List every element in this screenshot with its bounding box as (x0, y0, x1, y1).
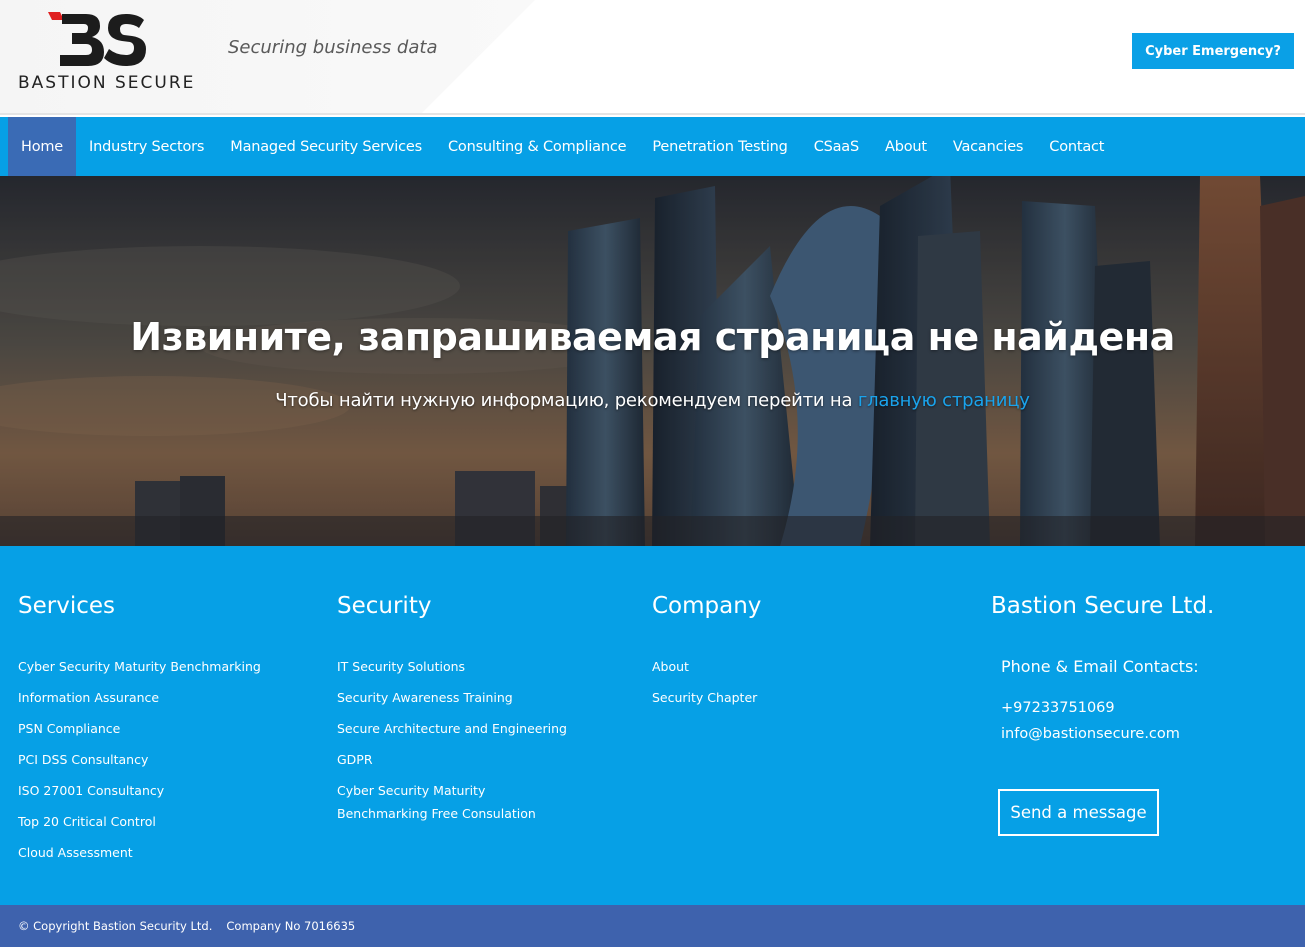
cyber-emergency-button[interactable]: Cyber Emergency? (1132, 33, 1294, 69)
nav-item-home[interactable]: Home (8, 117, 77, 176)
nav-item-penetration-testing[interactable]: Penetration Testing (639, 117, 800, 176)
footer-link-line: Benchmarking Free Consulation (337, 806, 536, 821)
home-page-link[interactable]: главную страницу (858, 390, 1030, 411)
logo[interactable]: BASTION SECURE (18, 10, 193, 94)
footer-link-line: Cyber Security Maturity (337, 783, 486, 798)
footer-heading-security: Security (337, 593, 432, 619)
footer-link[interactable]: IT Security Solutions (337, 655, 567, 678)
footer-link[interactable]: Top 20 Critical Control (18, 810, 261, 833)
logo-mark-icon (48, 12, 146, 66)
contact-phone[interactable]: +97233751069 (1001, 700, 1115, 716)
tagline: Securing business data (228, 37, 438, 58)
header-shade (0, 0, 535, 113)
footer-link[interactable]: Security Awareness Training (337, 686, 567, 709)
hero-subtitle-text: Чтобы найти нужную информацию, рекоменду… (275, 390, 858, 411)
nav-item-industry-sectors[interactable]: Industry Sectors (76, 117, 217, 176)
site-header: BASTION SECURE Securing business data Cy… (0, 0, 1305, 115)
nav-item-managed-security-services[interactable]: Managed Security Services (217, 117, 435, 176)
footer-heading-services: Services (18, 593, 115, 619)
footer-link[interactable]: Secure Architecture and Engineering (337, 717, 567, 740)
page-title: Извините, запрашиваемая страница не найд… (130, 315, 1175, 359)
nav-item-about[interactable]: About (872, 117, 940, 176)
footer-link-benchmarking[interactable]: Cyber Security Maturity Benchmarking Free… (337, 779, 567, 825)
city-skyline-image (0, 176, 1305, 546)
footer-link[interactable]: Security Chapter (652, 686, 757, 709)
footer-heading-company-name: Bastion Secure Ltd. (991, 593, 1215, 619)
copyright-bar: © Copyright Bastion Security Ltd. Compan… (0, 905, 1305, 947)
send-message-button[interactable]: Send a message (998, 789, 1159, 836)
footer-link[interactable]: Cloud Assessment (18, 841, 261, 864)
copyright-text: © Copyright Bastion Security Ltd. (18, 919, 213, 933)
site-footer: Services Cyber Security Maturity Benchma… (0, 546, 1305, 905)
footer-link[interactable]: PCI DSS Consultancy (18, 748, 261, 771)
nav-item-vacancies[interactable]: Vacancies (940, 117, 1036, 176)
nav-item-csaas[interactable]: CSaaS (801, 117, 872, 176)
hero-subtitle: Чтобы найти нужную информацию, рекоменду… (0, 390, 1305, 411)
footer-link[interactable]: ISO 27001 Consultancy (18, 779, 261, 802)
main-nav: Home Industry Sectors Managed Security S… (0, 117, 1305, 176)
nav-item-consulting-compliance[interactable]: Consulting & Compliance (435, 117, 639, 176)
logo-text: BASTION SECURE (18, 73, 196, 93)
company-number: Company No 7016635 (226, 919, 356, 933)
hero-banner: Извините, запрашиваемая страница не найд… (0, 176, 1305, 546)
footer-link[interactable]: About (652, 655, 757, 678)
contacts-heading: Phone & Email Contacts: (1001, 657, 1199, 676)
footer-heading-company: Company (652, 593, 762, 619)
footer-link[interactable]: PSN Compliance (18, 717, 261, 740)
nav-item-contact[interactable]: Contact (1036, 117, 1117, 176)
footer-link[interactable]: GDPR (337, 748, 567, 771)
contact-email[interactable]: info@bastionsecure.com (1001, 726, 1180, 742)
footer-link[interactable]: Information Assurance (18, 686, 261, 709)
footer-link[interactable]: Cyber Security Maturity Benchmarking (18, 655, 261, 678)
